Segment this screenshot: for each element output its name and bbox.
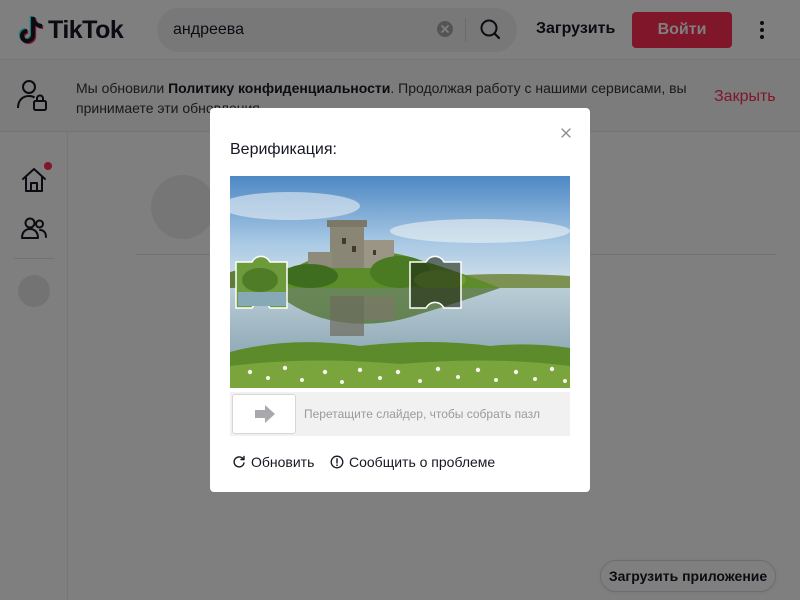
slider-hint: Перетащите слайдер, чтобы собрать пазл [304, 407, 540, 421]
refresh-icon [233, 455, 245, 468]
info-icon [330, 455, 344, 469]
puzzle-slot [409, 255, 462, 309]
puzzle-piece[interactable] [235, 255, 288, 309]
puzzle-image [230, 176, 570, 388]
refresh-label: Обновить [251, 454, 315, 470]
refresh-button[interactable]: Обновить [232, 454, 314, 470]
modal-title: Верификация: [230, 141, 337, 158]
slider-handle[interactable] [232, 394, 296, 434]
report-problem-button[interactable]: Сообщить о проблеме [330, 454, 495, 470]
close-icon[interactable] [560, 126, 572, 138]
arrow-right-icon [255, 405, 275, 423]
slider-track[interactable]: Перетащите слайдер, чтобы собрать пазл [230, 392, 570, 436]
report-label: Сообщить о проблеме [349, 454, 496, 470]
verification-modal: Верификация: Перетащите слайдер, чтобы с… [210, 108, 590, 492]
